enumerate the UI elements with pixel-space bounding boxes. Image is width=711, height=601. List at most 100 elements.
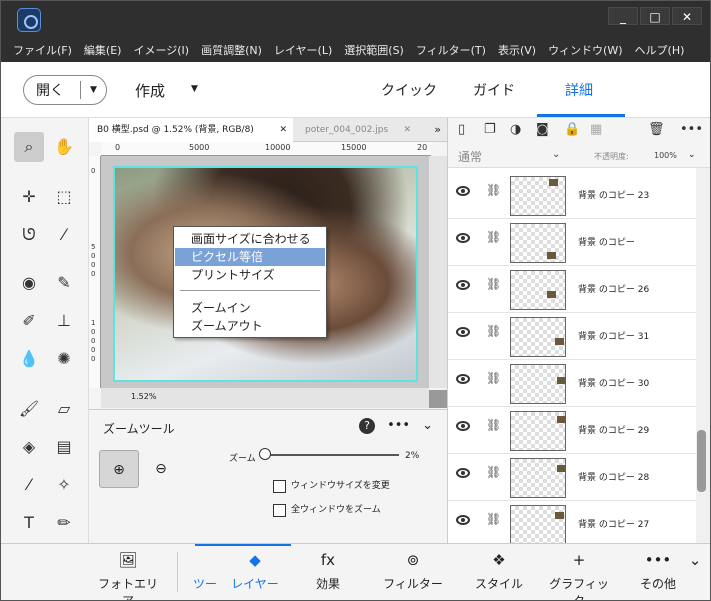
eye-icon[interactable]: [456, 233, 470, 243]
paint-bucket-tool-icon[interactable]: ◈: [14, 432, 44, 462]
link-icon[interactable]: ⛓: [486, 324, 501, 338]
eraser-tool-icon[interactable]: ▱: [49, 394, 79, 424]
healing-brush-tool-icon[interactable]: ✎: [49, 268, 79, 298]
zoom-slider[interactable]: [263, 454, 399, 456]
close-tab-icon[interactable]: ✕: [279, 118, 287, 142]
custom-shape-tool-icon[interactable]: ✧: [49, 470, 79, 500]
link-icon[interactable]: ⛓: [486, 371, 501, 385]
doc-tab-poter[interactable]: poter_004_002.jps ✕: [297, 118, 417, 142]
layer-name[interactable]: 背景 のコピー 28: [578, 470, 649, 483]
eye-icon[interactable]: [456, 421, 470, 431]
menu-enhance[interactable]: 画質調整(N): [201, 42, 262, 58]
adjustment-layer-icon[interactable]: ◑: [510, 122, 521, 137]
layer-name[interactable]: 背景 のコピー 29: [578, 423, 649, 436]
styles-button[interactable]: ❖ スタイル: [469, 544, 529, 600]
layer-name[interactable]: 背景 のコピー 31: [578, 329, 649, 342]
menu-view[interactable]: 表示(V): [498, 42, 536, 58]
more-tabs-icon[interactable]: »: [434, 118, 441, 142]
magic-wand-tool-icon[interactable]: ⁄: [49, 220, 79, 250]
tab-expert[interactable]: 詳細: [565, 80, 593, 100]
layer-row[interactable]: ⛓ 背景 のコピー 30: [448, 360, 696, 407]
lock-icon[interactable]: 🔒: [564, 122, 580, 137]
menu-help[interactable]: ヘルプ(H): [635, 42, 685, 58]
lock-transparency-icon[interactable]: ▦: [590, 122, 602, 137]
type-tool-icon[interactable]: T: [14, 508, 44, 538]
menu-filter[interactable]: フィルター(T): [416, 42, 486, 58]
create-dropdown-icon[interactable]: ▼: [191, 84, 198, 94]
link-icon[interactable]: ⛓: [486, 418, 501, 432]
blend-mode-select[interactable]: 通常: [458, 148, 482, 165]
menu-item-zoom-in[interactable]: ズームイン: [175, 299, 325, 317]
link-icon[interactable]: ⛓: [486, 230, 501, 244]
menu-edit[interactable]: 編集(E): [84, 42, 122, 58]
doc-tab-b0[interactable]: B0 横型.psd @ 1.52% (背景, RGB/8) ✕: [89, 118, 293, 142]
graphics-button[interactable]: + グラフィック: [545, 544, 613, 600]
menu-select[interactable]: 選択範囲(S): [344, 42, 404, 58]
layer-row[interactable]: ⛓ 背景 のコピー 26: [448, 266, 696, 313]
panel-menu-icon[interactable]: •••: [680, 122, 703, 137]
open-dropdown-icon[interactable]: ▼: [80, 81, 106, 99]
eye-icon[interactable]: [456, 374, 470, 384]
eye-icon[interactable]: [456, 515, 470, 525]
layers-scrollbar-thumb[interactable]: [697, 430, 706, 492]
gradient-tool-icon[interactable]: ▤: [49, 432, 79, 462]
photo-bin-button[interactable]: 🖼 フォトエリア: [93, 544, 163, 600]
zoom-slider-handle[interactable]: [259, 448, 271, 460]
effects-button[interactable]: fx 効果: [305, 544, 351, 600]
eyedropper-tool-icon[interactable]: ⁄: [14, 470, 44, 500]
trash-icon[interactable]: 🗑: [648, 122, 665, 137]
smart-brush-tool-icon[interactable]: ✐: [14, 306, 44, 336]
chevron-down-icon[interactable]: ⌄: [552, 149, 560, 160]
filters-button[interactable]: ⊚ フィルター: [381, 544, 445, 600]
menu-item-actual-pixels[interactable]: ピクセル等倍: [175, 248, 325, 266]
more-button[interactable]: ••• その他: [633, 544, 683, 600]
eye-icon[interactable]: [456, 327, 470, 337]
marquee-tool-icon[interactable]: ⬚: [49, 182, 79, 212]
minimize-button[interactable]: _: [608, 7, 638, 25]
layer-name[interactable]: 背景 のコピー: [578, 235, 635, 248]
new-group-icon[interactable]: ❐: [484, 122, 496, 137]
pencil-tool-icon[interactable]: ✏: [49, 508, 79, 538]
menu-window[interactable]: ウィンドウ(W): [548, 42, 622, 58]
tab-quick[interactable]: クイック: [381, 80, 437, 100]
chevron-down-icon[interactable]: ⌄: [688, 150, 696, 160]
menu-layer[interactable]: レイヤー(L): [274, 42, 332, 58]
layer-row[interactable]: ⛓ 背景 のコピー 31: [448, 313, 696, 360]
tool-options-button[interactable]: ツー: [185, 544, 225, 600]
clone-stamp-tool-icon[interactable]: ⊥: [49, 306, 79, 336]
layers-button[interactable]: ◆ レイヤー: [227, 544, 283, 600]
layer-row[interactable]: ⛓ 背景 のコピー 23: [448, 172, 696, 219]
layer-row[interactable]: ⛓ 背景 のコピー 27: [448, 501, 696, 548]
menu-file[interactable]: ファイル(F): [13, 42, 72, 58]
zoom-in-button[interactable]: ⊕: [99, 450, 139, 488]
eye-icon[interactable]: [456, 468, 470, 478]
create-button[interactable]: 作成: [135, 80, 165, 101]
layer-name[interactable]: 背景 のコピー 30: [578, 376, 649, 389]
link-icon[interactable]: ⛓: [486, 183, 501, 197]
blur-tool-icon[interactable]: 💧: [14, 344, 44, 374]
zoom-tool-icon[interactable]: ⌕: [14, 132, 44, 162]
move-tool-icon[interactable]: ✛: [14, 182, 44, 212]
red-eye-tool-icon[interactable]: ◉: [14, 268, 44, 298]
brush-tool-icon[interactable]: 🖌: [14, 394, 44, 424]
menu-item-print-size[interactable]: プリントサイズ: [175, 266, 325, 284]
layer-row[interactable]: ⛓ 背景 のコピー 29: [448, 407, 696, 454]
close-tab-icon[interactable]: ✕: [403, 118, 411, 142]
zoom-all-windows-checkbox[interactable]: 全ウィンドウをズーム: [273, 503, 433, 517]
menu-image[interactable]: イメージ(I): [133, 42, 189, 58]
link-icon[interactable]: ⛓: [486, 277, 501, 291]
zoom-out-button[interactable]: ⊖: [149, 450, 173, 488]
link-icon[interactable]: ⛓: [486, 465, 501, 479]
menu-item-zoom-out[interactable]: ズームアウト: [175, 317, 325, 335]
canvas-vertical-scrollbar[interactable]: [429, 156, 447, 388]
hand-tool-icon[interactable]: ✋: [49, 132, 79, 162]
bottom-expand-button[interactable]: ⌄: [685, 544, 705, 600]
more-options-icon[interactable]: •••: [387, 418, 410, 434]
new-layer-icon[interactable]: ▯: [458, 122, 465, 137]
layer-row[interactable]: ⛓ 背景 のコピー: [448, 219, 696, 266]
eye-icon[interactable]: [456, 186, 470, 196]
lasso-tool-icon[interactable]: ᘎ: [14, 220, 44, 250]
layer-name[interactable]: 背景 のコピー 23: [578, 188, 649, 201]
menu-item-fit-screen[interactable]: 画面サイズに合わせる: [175, 230, 325, 248]
eye-icon[interactable]: [456, 280, 470, 290]
